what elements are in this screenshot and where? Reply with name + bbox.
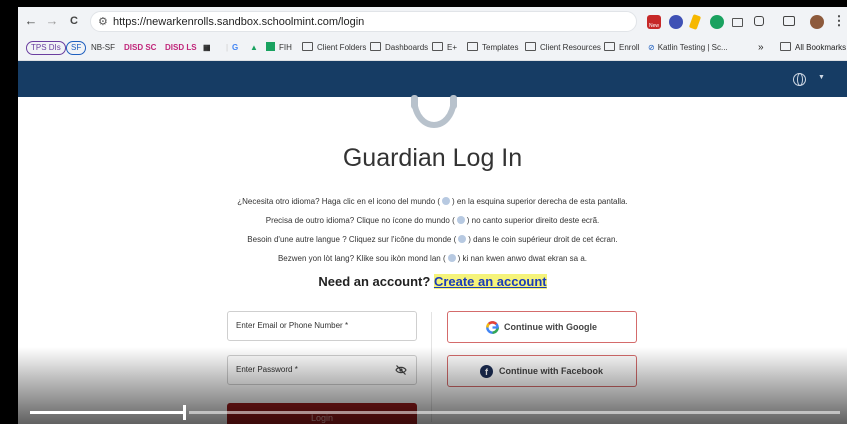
language-note-text: Besoin d'une autre langue ? Cliquez sur …: [247, 235, 457, 244]
chevron-down-icon[interactable]: ▼: [818, 74, 825, 81]
forward-button[interactable]: →: [44, 13, 60, 29]
more-bookmarks-button[interactable]: »: [758, 41, 764, 54]
language-note-spanish: ¿Necesita otro idioma? Haga clic en el i…: [18, 197, 847, 206]
create-account-link[interactable]: Create an account: [433, 274, 547, 289]
google-login-button[interactable]: Continue with Google: [447, 311, 637, 343]
browser-toolbar: ← → C ⚙ https://newarkenrolls.sandbox.sc…: [18, 7, 847, 37]
address-bar[interactable]: ⚙ https://newarkenrolls.sandbox.schoolmi…: [90, 11, 637, 32]
bookmark-templates[interactable]: Templates: [467, 41, 518, 55]
all-bookmarks-label: All Bookmarks: [795, 43, 847, 52]
bookmark-dashboards[interactable]: Dashboards: [370, 41, 428, 55]
bookmark-fih-label: FIH: [279, 43, 292, 52]
divider: [431, 312, 432, 422]
window-icon[interactable]: [732, 18, 743, 27]
link-icon: ⊘: [648, 43, 655, 52]
language-note-french: Besoin d'une autre langue ? Cliquez sur …: [18, 235, 847, 244]
language-note-text: ) en la esquina superior derecha de esta…: [452, 197, 628, 206]
language-note-text: ) ki nan kwen anwo dwat ekran sa a.: [457, 254, 588, 263]
language-note-text: Precisa de outro idioma? Clique no ícone…: [265, 216, 455, 225]
language-note-text: ) no canto superior direito deste ecrã.: [466, 216, 600, 225]
guardian-logo-icon: [411, 95, 457, 129]
need-account-line: Need an account? Create an account: [18, 274, 847, 289]
browser-window: ← → C ⚙ https://newarkenrolls.sandbox.sc…: [18, 7, 847, 424]
globe-icon[interactable]: [793, 73, 806, 86]
video-progress-remaining[interactable]: [188, 411, 840, 414]
bookmark-label: Client Resources: [540, 43, 601, 52]
site-settings-icon[interactable]: ⚙: [98, 15, 108, 28]
page-title: Guardian Log In: [342, 144, 523, 172]
language-note-haitian-creole: Bezwen yon lòt lang? Klike sou ikòn mond…: [18, 254, 847, 263]
bookmark-client-resources[interactable]: Client Resources: [525, 41, 601, 55]
bookmark-nb-sf[interactable]: NB-SF: [91, 41, 115, 55]
video-progress-played[interactable]: [30, 411, 184, 414]
bookmark-client-folders[interactable]: Client Folders: [302, 41, 366, 55]
bookmark-fih[interactable]: FIH: [266, 41, 292, 55]
language-note-text: ¿Necesita otro idioma? Haga clic en el i…: [237, 197, 441, 206]
google-bookmark-icon[interactable]: G: [232, 41, 238, 55]
facebook-button-label: Continue with Facebook: [499, 366, 604, 376]
language-note-text: ) dans le coin supérieur droit de cet éc…: [468, 235, 618, 244]
bookmark-tps-dis[interactable]: TPS DIs: [26, 41, 66, 55]
bookmark-disd-ls[interactable]: DISD LS: [165, 41, 197, 55]
video-scrubber-handle[interactable]: [182, 405, 186, 420]
pencil-extension-icon[interactable]: [688, 14, 702, 30]
folder-icon: [370, 42, 381, 51]
login-button-label: Login: [310, 413, 334, 423]
globe-icon: [447, 254, 456, 262]
globe-icon: [442, 197, 451, 205]
email-field[interactable]: Enter Email or Phone Number *: [227, 311, 417, 341]
folder-icon: [467, 42, 478, 51]
tab-search-icon[interactable]: [783, 16, 795, 26]
globe-icon: [458, 235, 467, 243]
password-field[interactable]: Enter Password *: [227, 355, 417, 385]
all-bookmarks[interactable]: All Bookmarks: [780, 41, 846, 55]
password-field-label: Enter Password *: [236, 365, 298, 374]
hide-password-icon[interactable]: [395, 364, 407, 376]
bookmark-label: Templates: [482, 43, 519, 52]
language-note-text: Bezwen yon lòt lang? Klike sou ikòn mond…: [277, 254, 446, 263]
back-button[interactable]: ←: [23, 13, 39, 29]
google-icon: [486, 321, 499, 334]
extension-blue-icon[interactable]: [669, 15, 683, 29]
extension-badge: New: [648, 23, 659, 29]
facebook-icon: f: [480, 365, 493, 378]
url-text[interactable]: https://newarkenrolls.sandbox.schoolmint…: [113, 16, 364, 28]
bookmark-label: Enroll: [619, 43, 640, 52]
reload-button[interactable]: C: [66, 13, 82, 29]
bookmark-enroll[interactable]: Enroll: [604, 41, 639, 55]
bookmark-label: Client Folders: [317, 43, 367, 52]
bookmark-katlin-testing[interactable]: ⊘ Katlin Testing | Sc...: [648, 41, 728, 55]
new-extension-icon[interactable]: New: [647, 15, 661, 29]
drive-icon[interactable]: ▲: [250, 41, 258, 55]
browser-menu-icon[interactable]: ⋮: [831, 13, 847, 29]
puzzle-extensions-icon[interactable]: [754, 16, 764, 26]
folder-icon: [525, 42, 536, 51]
bookmark-sf[interactable]: SF: [66, 41, 87, 55]
profile-avatar[interactable]: [810, 15, 824, 29]
email-field-label: Enter Email or Phone Number *: [236, 321, 349, 330]
need-account-text: Need an account?: [318, 274, 431, 289]
bookmark-label: E+: [447, 43, 458, 52]
bookmarks-bar: TPS DIs SF NB-SF DISD SC DISD LS ▦ | G ▲…: [18, 37, 847, 61]
bookmark-disd-sc[interactable]: DISD SC: [124, 41, 156, 55]
folder-icon: [302, 42, 313, 51]
language-note-portuguese: Precisa de outro idioma? Clique no ícone…: [18, 216, 847, 225]
bookmark-label: Dashboards: [385, 43, 429, 52]
bookmark-label: Katlin Testing | Sc...: [657, 43, 728, 52]
folder-icon: [780, 42, 791, 51]
sheets-icon: [266, 42, 275, 51]
google-button-label: Continue with Google: [504, 322, 597, 332]
facebook-login-button[interactable]: f Continue with Facebook: [447, 355, 637, 387]
apps-grid-icon[interactable]: ▦: [203, 41, 211, 55]
bookmark-separator: |: [226, 43, 229, 52]
extension-green-icon[interactable]: [710, 15, 724, 29]
folder-icon: [604, 42, 615, 51]
globe-icon: [456, 216, 465, 224]
folder-icon: [432, 42, 443, 51]
bookmark-e-plus[interactable]: E+: [432, 41, 457, 55]
